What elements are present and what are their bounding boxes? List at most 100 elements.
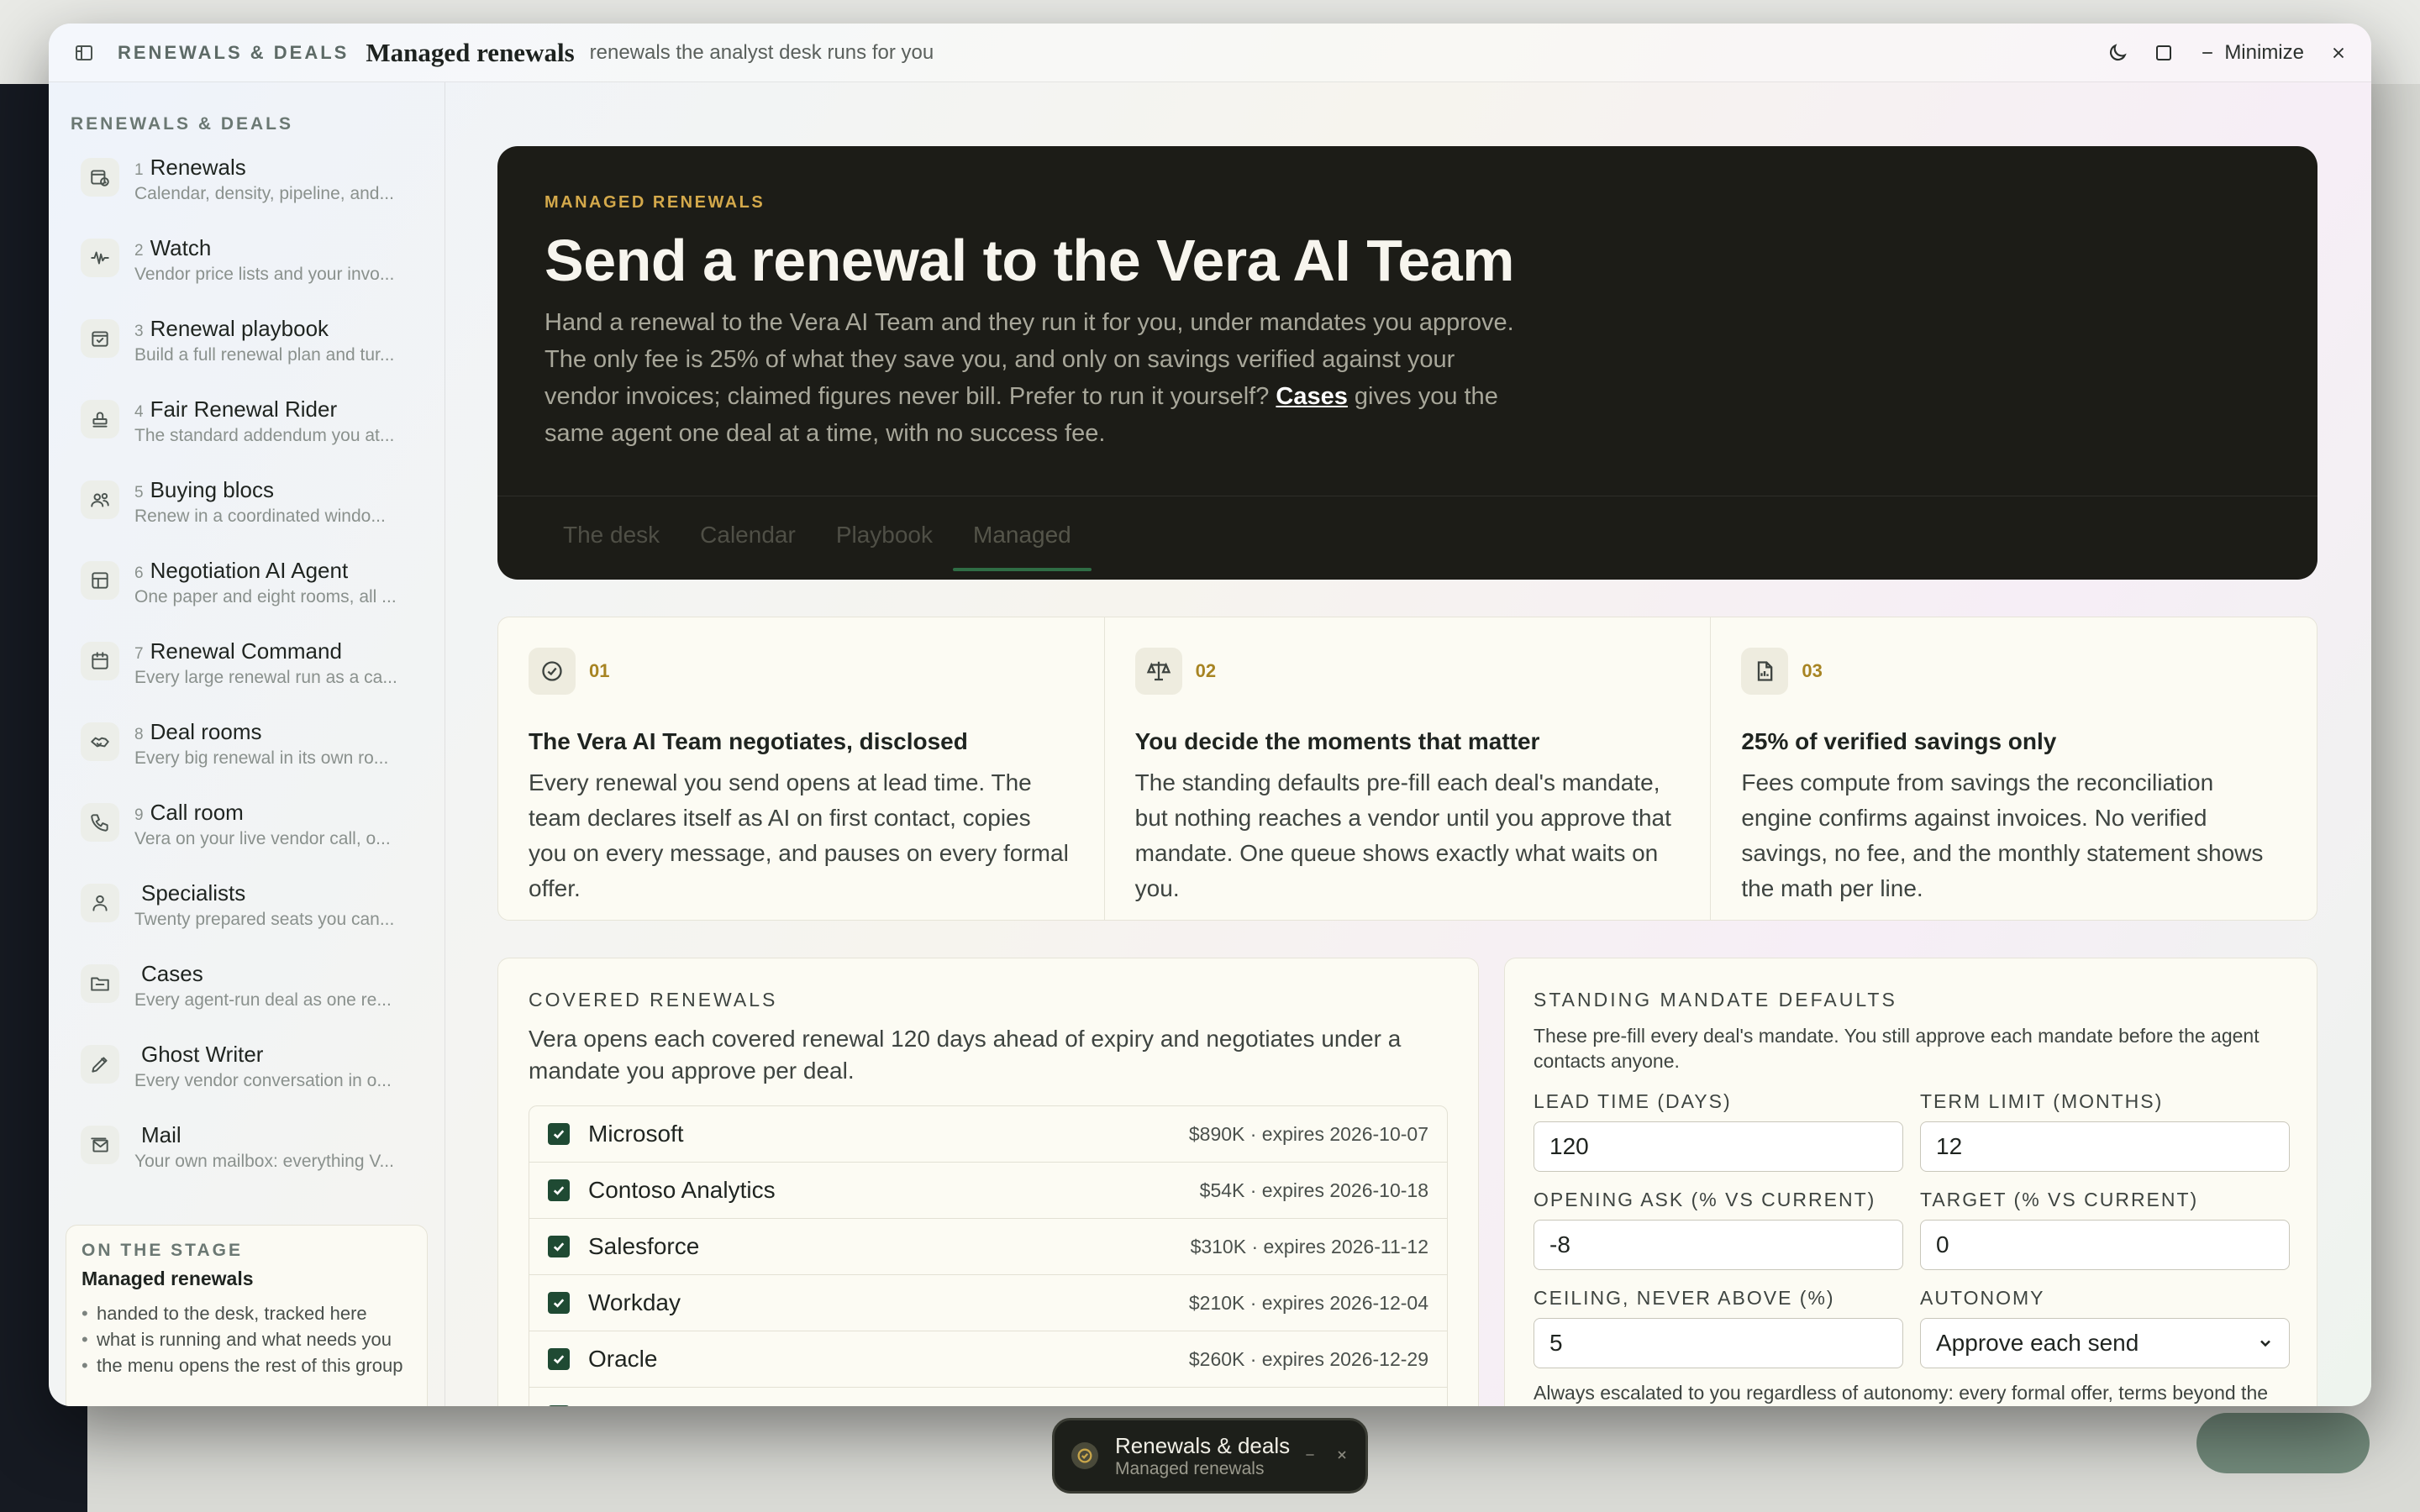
sidebar-item-description: Every big renewal in its own ro...	[134, 748, 389, 768]
calendar-check-icon	[81, 319, 119, 358]
stage-bullet: handed to the desk, tracked here	[82, 1300, 412, 1326]
hero-title: Send a renewal to the Vera AI Team	[544, 228, 1514, 293]
covered-renewal-row[interactable]: Workday $210K · expires 2026-12-04	[529, 1275, 1447, 1331]
ceiling-input[interactable]: 5	[1534, 1318, 1903, 1368]
tab-calendar[interactable]: Calendar	[680, 496, 816, 580]
mandate-description: These pre-fill every deal's mandate. You…	[1534, 1025, 2260, 1072]
sidebar-item-renewal-command[interactable]: 7 Renewal Command Every large renewal run …	[66, 633, 428, 714]
term-limit-input[interactable]: 12	[1920, 1121, 2290, 1172]
minimize-button[interactable]: Minimize	[2199, 41, 2304, 65]
sidebar-item-deal-rooms[interactable]: 8 Deal rooms Every big renewal in its own …	[66, 714, 428, 795]
renewal-checkbox[interactable]	[548, 1123, 570, 1145]
sidebar-item-mail[interactable]: Mail Your own mailbox: everything V...	[66, 1117, 428, 1198]
sidebar-item-label: Watch	[150, 235, 212, 260]
covered-eyebrow: COVERED RENEWALS	[529, 989, 778, 1011]
sidebar-item-description: Build a full renewal plan and tur...	[134, 345, 395, 365]
sidebar-item-description: Calendar, density, pipeline, and...	[134, 184, 394, 203]
term-limit-label: TERM LIMIT (MONTHS)	[1920, 1090, 2164, 1112]
dock-close-button[interactable]	[1335, 1444, 1349, 1467]
term-limit-field: TERM LIMIT (MONTHS) 12	[1920, 1090, 2290, 1172]
lead-time-field: LEAD TIME (DAYS) 120	[1534, 1090, 1903, 1172]
sidebar-item-label: Deal rooms	[150, 719, 262, 744]
dock-minimize-button[interactable]	[1303, 1444, 1317, 1467]
square-icon	[2156, 45, 2172, 60]
sidebar-item-ghost-writer[interactable]: Ghost Writer Every vendor conversation in…	[66, 1037, 428, 1117]
stage-bullet: what is running and what needs you	[82, 1326, 412, 1352]
sidebar-item-renewals[interactable]: 1 Renewals Calendar, density, pipeline, an…	[66, 150, 428, 230]
sidebar-item-label: Renewals	[150, 155, 246, 180]
tab-managed[interactable]: Managed	[953, 496, 1092, 580]
close-icon	[1338, 1451, 1346, 1459]
lead-time-label: LEAD TIME (DAYS)	[1534, 1090, 1732, 1112]
mandate-fields: LEAD TIME (DAYS) 120 TERM LIMIT (MONTHS)…	[1534, 1090, 2290, 1368]
phone-icon	[81, 803, 119, 842]
sidebar-item-renewal-playbook[interactable]: 3 Renewal playbook Build a full renewal pl…	[66, 311, 428, 391]
renewal-checkbox[interactable]	[548, 1348, 570, 1370]
window-controls: Minimize	[2107, 41, 2348, 65]
renewal-checkbox[interactable]	[548, 1404, 570, 1406]
hero-eyebrow: MANAGED RENEWALS	[544, 193, 765, 212]
feature-cards: 01 The Vera AI Team negotiates, disclose…	[497, 617, 2317, 921]
checkmark-icon	[553, 1130, 565, 1139]
autonomy-label: AUTONOMY	[1920, 1287, 2045, 1309]
tab-the-desk[interactable]: The desk	[543, 496, 680, 580]
sidebar: RENEWALS & DEALS 1 Renewals Calendar, dens…	[49, 82, 445, 1406]
target-input[interactable]: 0	[1920, 1220, 2290, 1270]
covered-renewal-row[interactable]: ServiceNow$180K · expires 2027-01-27	[529, 1388, 1447, 1406]
feature-title: The Vera AI Team negotiates, disclosed	[529, 728, 968, 754]
renewal-value-expiry: $310K · expires 2026-11-12	[1190, 1235, 1428, 1257]
renewal-checkbox[interactable]	[548, 1292, 570, 1314]
stage-bullets: handed to the desk, tracked here what is…	[82, 1300, 412, 1378]
covered-renewal-row[interactable]: Oracle $260K · expires 2026-12-29	[529, 1331, 1447, 1388]
sidebar-item-label: Ghost Writer	[141, 1042, 264, 1067]
sidebar-item-fair-renewal-rider[interactable]: 4 Fair Renewal Rider The standard addendum…	[66, 391, 428, 472]
checkmark-icon	[553, 1242, 565, 1252]
theme-toggle-button[interactable]	[2107, 42, 2128, 64]
stage-eyebrow: ON THE STAGE	[82, 1241, 243, 1260]
sidebar-item-call-room[interactable]: 9 Call room Vera on your live vendor call,…	[66, 795, 428, 875]
autonomy-select[interactable]: Approve each send	[1920, 1318, 2290, 1368]
covered-renewal-row[interactable]: Contoso Analytics $54K · expires 2026-10-…	[529, 1163, 1447, 1219]
user-icon	[81, 884, 119, 922]
sidebar-item-cases[interactable]: Cases Every agent-run deal as one re...	[66, 956, 428, 1037]
waveform-icon	[81, 239, 119, 277]
calendar-clock-icon	[81, 158, 119, 197]
sidebar-item-number: 6	[134, 564, 144, 582]
dock-pill[interactable]: Renewals & deals Managed renewals	[1052, 1418, 1368, 1494]
sidebar-item-negotiation-ai-agent[interactable]: 6 Negotiation AI Agent One paper and eight…	[66, 553, 428, 633]
renewal-checkbox[interactable]	[548, 1236, 570, 1257]
renewal-checkbox[interactable]	[548, 1179, 570, 1201]
window-title: Managed renewals	[366, 37, 575, 67]
vendor-name: Microsoft	[588, 1121, 684, 1147]
autonomy-value: Approve each send	[1936, 1330, 2139, 1356]
tab-playbook[interactable]: Playbook	[816, 496, 953, 580]
autonomy-field: AUTONOMY Approve each send	[1920, 1287, 2290, 1368]
lead-time-input[interactable]: 120	[1534, 1121, 1903, 1172]
minus-icon	[2202, 51, 2213, 54]
opening-ask-input[interactable]: -8	[1534, 1220, 1903, 1270]
covered-renewal-row[interactable]: Salesforce $310K · expires 2026-11-12	[529, 1219, 1447, 1275]
target-label: TARGET (% VS CURRENT)	[1920, 1189, 2199, 1210]
close-button[interactable]	[2329, 44, 2348, 62]
checkmark-icon	[553, 1186, 565, 1195]
sidebar-item-watch[interactable]: 2 Watch Vendor price lists and your invo..…	[66, 230, 428, 311]
sidebar-item-specialists[interactable]: Specialists Twenty prepared seats you can…	[66, 875, 428, 956]
sidebar-item-label: Buying blocs	[150, 477, 274, 502]
sidebar-item-label: Mail	[141, 1122, 182, 1147]
pen-icon	[81, 1045, 119, 1084]
minus-icon	[1306, 1454, 1314, 1456]
renewal-value-expiry: $890K · expires 2026-10-07	[1188, 1122, 1428, 1145]
covered-renewal-row[interactable]: Microsoft $890K · expires 2026-10-07	[529, 1106, 1447, 1163]
document-icon	[1741, 648, 1789, 695]
stamp-icon	[81, 400, 119, 438]
maximize-button[interactable]	[2154, 43, 2174, 63]
window-titlebar: RENEWALS & DEALS Managed renewals renewa…	[49, 24, 2371, 82]
cases-link[interactable]: Cases	[1276, 383, 1347, 410]
sidebar-heading: RENEWALS & DEALS	[71, 114, 294, 134]
checkmark-icon	[553, 1355, 565, 1364]
chevron-down-icon	[2260, 1340, 2270, 1347]
sidebar-item-label: Renewal playbook	[150, 316, 329, 341]
sidebar-item-buying-blocs[interactable]: 5 Buying blocs Renew in a coordinated wind…	[66, 472, 428, 553]
users-icon	[81, 480, 119, 519]
hero-description: Hand a renewal to the Vera AI Team and t…	[544, 304, 1536, 452]
